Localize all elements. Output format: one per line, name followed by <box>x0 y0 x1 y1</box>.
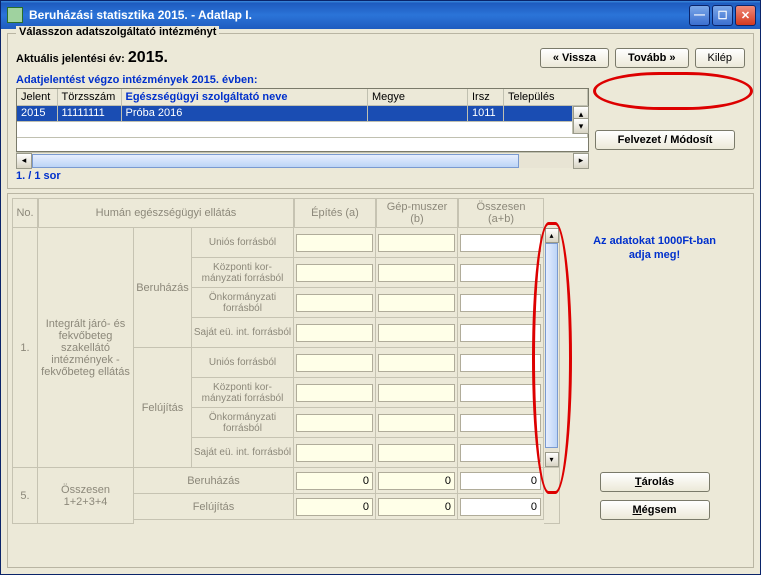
app-window: Beruházási statisztika 2015. - Adatlap I… <box>0 0 761 575</box>
total-a[interactable] <box>296 472 373 490</box>
input-a[interactable] <box>296 234 373 252</box>
total-sum[interactable] <box>460 472 541 490</box>
input-sum[interactable] <box>460 384 541 402</box>
row-count: 1. / 1 sor <box>16 170 589 182</box>
form-vertical-scrollbar[interactable]: ▴ ▾ <box>544 228 560 468</box>
col-megye[interactable]: Megye <box>368 89 468 105</box>
scroll-thumb[interactable] <box>545 243 558 448</box>
provider-select-group: Válasszon adatszolgáltató intézményt Akt… <box>7 33 754 189</box>
phase-label: Felújítás <box>134 348 192 468</box>
source-label: Uniós forrásból <box>192 348 294 378</box>
input-b[interactable] <box>378 264 455 282</box>
form-header: No. Humán egészségügyi ellátás Építés (a… <box>12 198 749 228</box>
input-a[interactable] <box>296 354 373 372</box>
scroll-down-icon[interactable]: ▾ <box>573 118 589 134</box>
scroll-right-icon[interactable]: ▸ <box>573 153 589 169</box>
input-a[interactable] <box>296 444 373 462</box>
total-a[interactable] <box>296 498 373 516</box>
input-a[interactable] <box>296 294 373 312</box>
totals-phase: Beruházás <box>134 468 294 494</box>
titlebar: Beruházási statisztika 2015. - Adatlap I… <box>1 1 760 29</box>
col-torzs[interactable]: Törzsszám <box>57 89 121 105</box>
col-irsz[interactable]: Irsz <box>468 89 504 105</box>
section-no: 1. <box>12 228 38 468</box>
scroll-left-icon[interactable]: ◂ <box>16 153 32 169</box>
header-no: No. <box>12 198 38 228</box>
totals-phase: Felújítás <box>134 494 294 520</box>
cell-irsz: 1011 <box>468 105 504 121</box>
cancel-button[interactable]: Mégsem <box>600 500 710 520</box>
cell-megye <box>368 105 468 121</box>
data-entry-group: No. Humán egészségügyi ellátás Építés (a… <box>7 193 754 568</box>
input-a[interactable] <box>296 264 373 282</box>
next-button[interactable]: Tovább » <box>615 48 688 68</box>
cell-torzs: 11111111 <box>57 105 121 121</box>
edit-button[interactable]: Felvezet / Módosít <box>595 130 735 150</box>
col-jelent[interactable]: Jelent <box>17 89 57 105</box>
providers-grid[interactable]: Jelent Törzsszám Egészségügyi szolgáltat… <box>16 88 589 152</box>
header-b: Gép-muszer (b) <box>376 198 458 228</box>
source-label: Központi kor- mányzati forrásból <box>192 258 294 288</box>
total-sum[interactable] <box>460 498 541 516</box>
year-value: 2015. <box>128 49 168 66</box>
cell-jelent: 2015 <box>17 105 57 121</box>
source-label: Saját eü. int. forrásból <box>192 438 294 468</box>
totals-desc: Összesen 1+2+3+4 <box>38 468 134 524</box>
input-sum[interactable] <box>460 324 541 342</box>
col-nev[interactable]: Egészségügyi szolgáltató neve <box>121 89 368 105</box>
input-sum[interactable] <box>460 414 541 432</box>
table-row[interactable] <box>17 121 588 137</box>
grid-title: Adatjelentést végzo intézmények 2015. év… <box>16 74 745 86</box>
year-label: Aktuális jelentési év: <box>16 53 128 65</box>
total-b[interactable] <box>378 498 455 516</box>
header-sum: Összesen (a+b) <box>458 198 544 228</box>
input-b[interactable] <box>378 294 455 312</box>
input-a[interactable] <box>296 414 373 432</box>
input-a[interactable] <box>296 384 373 402</box>
grid-vertical-scrollbar[interactable]: ▴ ▾ <box>572 106 588 134</box>
input-b[interactable] <box>378 414 455 432</box>
group-legend: Válasszon adatszolgáltató intézményt <box>16 26 219 38</box>
input-sum[interactable] <box>460 264 541 282</box>
scroll-down-icon[interactable]: ▾ <box>545 452 559 467</box>
input-sum[interactable] <box>460 354 541 372</box>
back-button[interactable]: « Vissza <box>540 48 609 68</box>
exit-button[interactable]: Kilép <box>695 48 745 68</box>
input-b[interactable] <box>378 444 455 462</box>
window-title: Beruházási statisztika 2015. - Adatlap I… <box>29 8 689 22</box>
scroll-thumb[interactable] <box>32 154 519 168</box>
header-human: Humán egészségügyi ellátás <box>38 198 294 228</box>
input-b[interactable] <box>378 234 455 252</box>
total-b[interactable] <box>378 472 455 490</box>
minimize-button[interactable]: — <box>689 5 710 26</box>
source-label: Saját eü. int. forrásból <box>192 318 294 348</box>
source-label: Önkormányzati forrásból <box>192 408 294 438</box>
input-sum[interactable] <box>460 234 541 252</box>
totals-no: 5. <box>12 468 38 524</box>
app-icon <box>7 7 23 23</box>
scroll-up-icon[interactable]: ▴ <box>545 228 559 243</box>
input-sum[interactable] <box>460 444 541 462</box>
close-button[interactable]: ✕ <box>735 5 756 26</box>
section-desc: Integrált járó- és fekvőbeteg szakellátó… <box>38 228 134 468</box>
input-b[interactable] <box>378 384 455 402</box>
header-a: Építés (a) <box>294 198 376 228</box>
cell-nev: Próba 2016 <box>121 105 368 121</box>
source-label: Uniós forrásból <box>192 228 294 258</box>
hint-text: Az adatokat 1000Ft-ban adja meg! <box>568 234 741 263</box>
col-telep[interactable]: Település <box>504 89 588 105</box>
input-b[interactable] <box>378 354 455 372</box>
input-a[interactable] <box>296 324 373 342</box>
source-label: Önkormányzati forrásból <box>192 288 294 318</box>
source-label: Központi kor- mányzati forrásból <box>192 378 294 408</box>
phase-label: Beruházás <box>134 228 192 348</box>
input-sum[interactable] <box>460 294 541 312</box>
grid-horizontal-scrollbar[interactable]: ◂ ▸ <box>16 152 589 168</box>
save-button[interactable]: Tárolás <box>600 472 710 492</box>
maximize-button[interactable]: ☐ <box>712 5 733 26</box>
year-label-wrap: Aktuális jelentési év: 2015. <box>16 49 168 67</box>
input-b[interactable] <box>378 324 455 342</box>
table-row[interactable]: 2015 11111111 Próba 2016 1011 <box>17 105 588 121</box>
